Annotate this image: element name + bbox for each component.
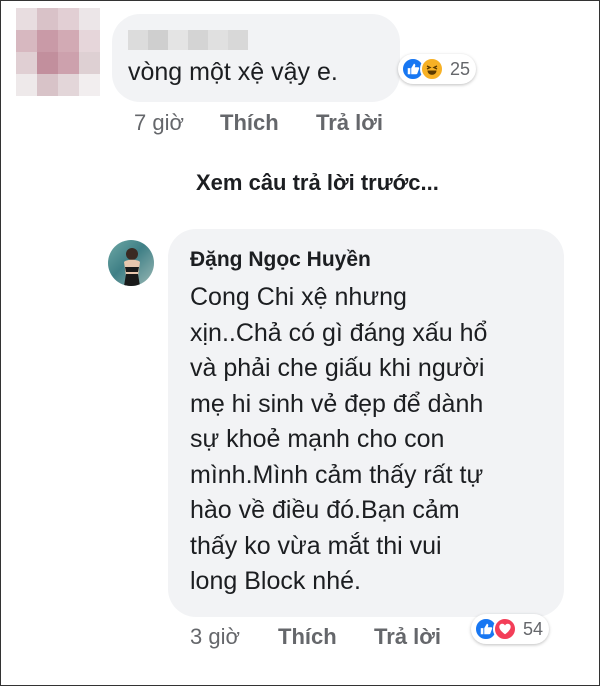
comment-2-time[interactable]: 3 giờ — [190, 624, 240, 650]
haha-icon — [420, 57, 444, 81]
comment-1-text: vòng một xệ vậy e. — [128, 58, 338, 86]
comment-1-reactions[interactable]: 25 — [398, 54, 477, 84]
comment-2-reply-button[interactable]: Trả lời — [374, 624, 441, 650]
reaction-count: 25 — [450, 58, 471, 79]
comment-1-time[interactable]: 7 giờ — [134, 110, 184, 136]
view-previous-replies-link[interactable]: Xem câu trả lời trước... — [196, 170, 439, 196]
comment-1-reply-button[interactable]: Trả lời — [316, 110, 383, 136]
comment-2-like-button[interactable]: Thích — [278, 624, 337, 650]
comment-2-reactions[interactable]: 54 — [471, 614, 550, 644]
author-avatar[interactable] — [108, 240, 154, 286]
reaction-count: 54 — [523, 618, 544, 639]
comment-author-name[interactable]: Đặng Ngọc Huyền — [190, 248, 371, 272]
censored-commenter-name[interactable] — [128, 30, 248, 50]
censored-avatar[interactable] — [16, 8, 100, 96]
comment-1-like-button[interactable]: Thích — [220, 110, 279, 136]
love-icon — [493, 617, 517, 641]
comment-2-text: Cong Chi xệ nhưng xịn..Chả có gì đáng xấ… — [190, 283, 488, 595]
